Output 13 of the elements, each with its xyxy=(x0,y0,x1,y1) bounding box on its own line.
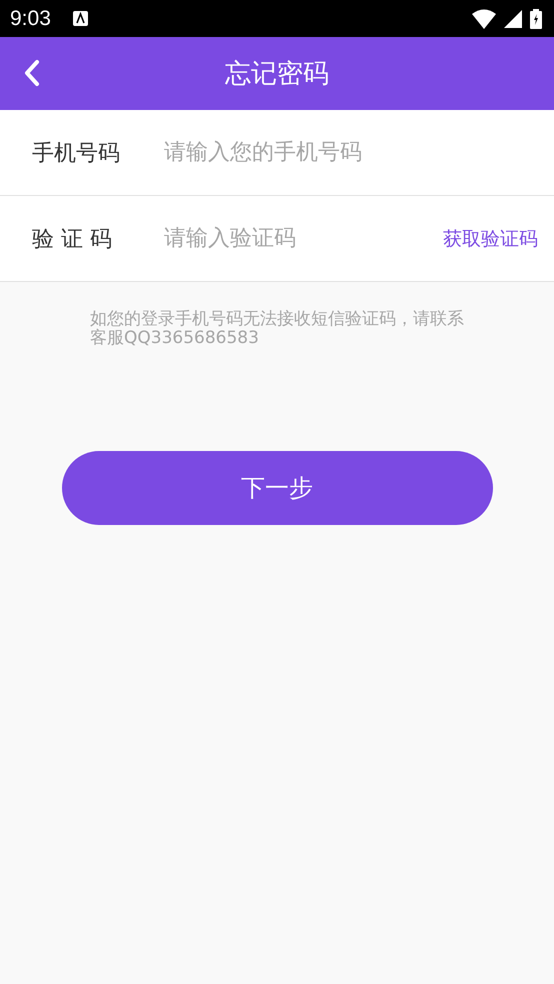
signal-icon xyxy=(504,10,522,28)
help-notice: 如您的登录手机号码无法接收短信验证码，请联系客服QQ3365686583 xyxy=(90,310,465,348)
next-button[interactable]: 下一步 xyxy=(62,451,492,526)
battery-icon xyxy=(530,8,542,28)
field-label: 手机号码 xyxy=(32,140,121,168)
get-code-link[interactable]: 获取验证码 xyxy=(443,226,538,252)
wifi-icon xyxy=(472,8,496,28)
status-time: 9:03 xyxy=(10,6,51,30)
input-field[interactable]: 请输入验证码 xyxy=(164,226,443,251)
input-field[interactable]: 请输入您的手机号码 xyxy=(164,140,538,165)
field-label: 验 证 码 xyxy=(32,226,113,254)
notification-icon xyxy=(72,11,88,26)
page-title: 忘记密码 xyxy=(225,58,329,91)
